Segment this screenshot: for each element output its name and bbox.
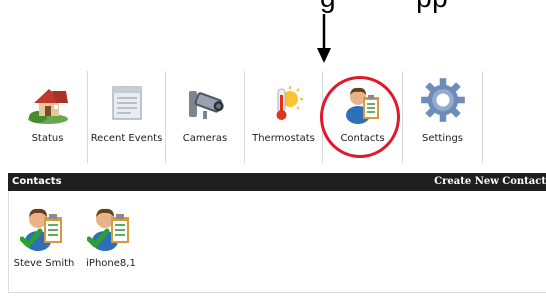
- contact-item-iphone8-1[interactable]: iPhone8,1: [79, 195, 143, 275]
- thermometer-icon: [276, 86, 303, 120]
- annotation-arrow: [317, 14, 331, 63]
- house-icon: [27, 89, 68, 124]
- main-toolbar: Status Recent Events Cameras Thermostats…: [8, 71, 483, 163]
- panel-title: Contacts: [12, 176, 62, 187]
- contact-item-steve-smith[interactable]: Steve Smith: [12, 195, 76, 275]
- document-icon: [111, 86, 142, 120]
- toolbar-item-status[interactable]: Status: [8, 71, 88, 163]
- contact-name: iPhone8,1: [86, 258, 136, 269]
- toolbar-item-contacts[interactable]: Contacts: [323, 71, 403, 163]
- create-new-contact-link[interactable]: Create New Contact: [434, 176, 546, 187]
- contact-name: Steve Smith: [13, 258, 75, 269]
- toolbar-item-settings[interactable]: Settings: [403, 71, 483, 163]
- contact-icon: [345, 87, 379, 124]
- toolbar-item-label: Cameras: [182, 133, 228, 144]
- annotation-text: g pp: [320, 0, 448, 14]
- toolbar-item-label: Settings: [421, 133, 463, 144]
- gear-icon: [420, 78, 465, 122]
- toolbar-item-label: Status: [31, 133, 64, 144]
- contacts-panel-header: Contacts Create New Contact: [8, 173, 546, 191]
- contact-checked-icon: [87, 208, 129, 251]
- toolbar-item-recent-events[interactable]: Recent Events: [88, 71, 166, 163]
- contact-checked-icon: [20, 208, 62, 251]
- annotation-text-right: pp: [416, 0, 448, 13]
- toolbar-item-label: Recent Events: [90, 133, 163, 144]
- toolbar-item-cameras[interactable]: Cameras: [166, 71, 245, 163]
- toolbar-item-thermostats[interactable]: Thermostats: [245, 71, 323, 163]
- annotation-text-left: g: [320, 0, 336, 13]
- toolbar-item-label: Contacts: [340, 133, 385, 144]
- toolbar-item-label: Thermostats: [252, 133, 315, 144]
- camera-icon: [189, 91, 224, 119]
